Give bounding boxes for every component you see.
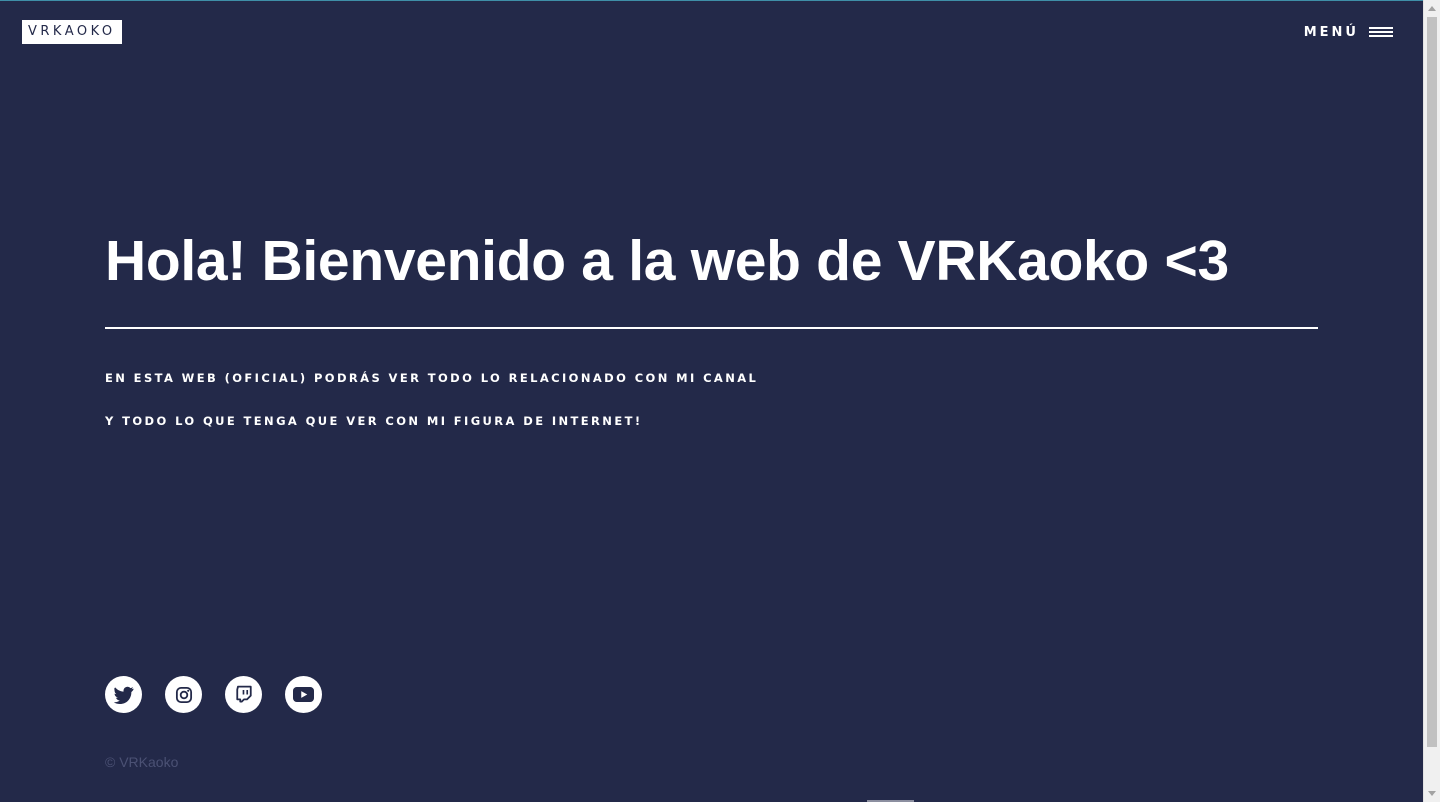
hero-subtitle-line-1: EN ESTA WEB (OFICIAL) PODRÁS VER TODO LO… — [105, 371, 759, 385]
scroll-up-arrow-icon[interactable] — [1428, 6, 1436, 11]
site-logo[interactable]: VRKAOKO — [22, 20, 122, 44]
youtube-link[interactable] — [285, 676, 322, 713]
scroll-down-arrow-icon[interactable] — [1428, 791, 1436, 796]
instagram-icon — [175, 686, 192, 703]
social-links — [105, 676, 345, 713]
vertical-scrollbar[interactable] — [1423, 0, 1440, 802]
hero-subtitle-line-2: Y TODO LO QUE TENGA QUE VER CON MI FIGUR… — [105, 414, 643, 428]
menu-label: MENÚ — [1303, 24, 1359, 40]
hero-divider — [105, 327, 1318, 329]
twitch-icon — [235, 685, 252, 703]
youtube-icon — [293, 687, 314, 702]
twitter-icon — [113, 686, 134, 704]
hamburger-icon — [1369, 27, 1393, 37]
twitch-link[interactable] — [225, 676, 262, 713]
instagram-link[interactable] — [165, 676, 202, 713]
hero-title: Hola! Bienvenido a la web de VRKaoko <3 — [105, 229, 1229, 293]
copyright-text: © VRKaoko — [105, 754, 179, 770]
scrollbar-thumb[interactable] — [1427, 17, 1437, 747]
twitter-link[interactable] — [105, 676, 142, 713]
menu-button[interactable]: MENÚ — [1304, 23, 1393, 41]
page: VRKAOKO MENÚ Hola! Bienvenido a la web d… — [0, 0, 1423, 802]
